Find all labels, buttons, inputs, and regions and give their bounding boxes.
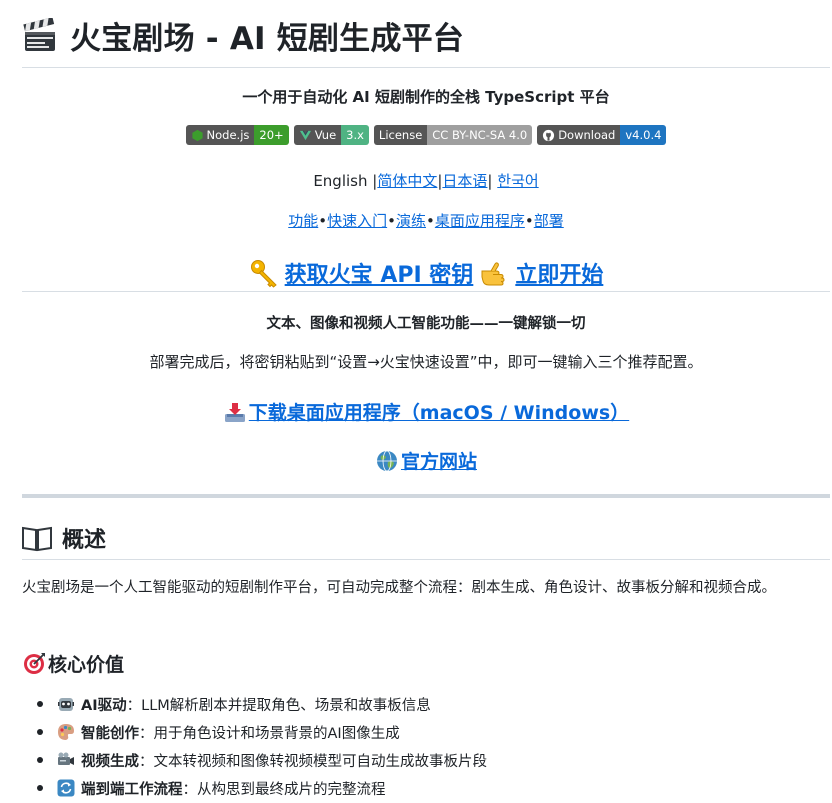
nav-link-quickstart[interactable]: 快速入门 [327,212,387,230]
palette-icon [58,724,74,740]
github-icon [543,129,555,141]
nav-dot: • [318,212,328,230]
readme-page: 火宝剧场 - AI 短剧生成平台 一个用于自动化 AI 短剧制作的全栈 Type… [22,0,830,798]
nav-link-desktop[interactable]: 桌面应用程序 [435,212,525,230]
badge-value: 3.x [341,125,369,145]
overview-heading: 概述 [62,527,107,553]
download-row: 下载桌面应用程序（macOS / Windows） [22,398,830,425]
value-separator: ： [139,725,154,742]
badge-label: Node.js [206,128,250,142]
website-row: 官方网站 [22,447,830,474]
bullet-dot [37,701,43,707]
list-item: 视频生成：文本转视频和图像转视频模型可自动生成故事板片段 [37,746,830,774]
nav-dot: • [524,212,534,230]
download-desktop-link[interactable]: 下载桌面应用程序（macOS / Windows） [249,398,629,425]
list-item: AI驱动： LLM解析剧本并提取角色、场景和故事板信息 [37,690,830,718]
badge-label: License [378,128,423,142]
pointing-hand-icon [481,261,505,285]
open-book-icon [22,526,52,551]
section-nav: 功能•快速入门•演练•桌面应用程序•部署 [22,210,830,231]
nodejs-icon [191,129,203,141]
vue-badge[interactable]: Vue 3.x [293,125,369,145]
badge-label: Download [558,128,616,142]
badge-value: CC BY-NC-SA 4.0 [427,125,533,145]
nav-link-demo[interactable]: 演练 [396,212,426,230]
value-separator: ： [139,753,154,770]
nodejs-badge[interactable]: Node.js 20+ [185,125,289,145]
core-values-heading-row: 核心价值 [22,650,124,677]
deploy-note: 部署完成后，将密钥粘贴到“设置→火宝快速设置”中，即可一键输入三个推荐配置。 [149,353,703,371]
value-desc: 文本转视频和图像转视频模型可自动生成故事板片段 [153,753,488,770]
language-link-ja[interactable]: 日本语 [442,172,487,190]
language-switcher: English |简体中文|日本语| 한국어 [22,170,830,191]
badge-value: v4.0.4 [620,125,667,145]
core-values-heading: 核心价值 [48,654,125,676]
features-heading: 文本、图像和视频人工智能功能——一键解锁一切 [266,316,586,332]
key-icon [250,259,277,288]
official-website-link[interactable]: 官方网站 [401,447,477,474]
badge-value: 20+ [254,125,289,145]
badge-row: Node.js 20+ Vue 3.x License CC BY-NC-SA … [22,125,830,145]
value-desc: 用于角色设计和场景背景的AI图像生成 [153,725,400,742]
overview-text: 火宝剧场是一个人工智能驱动的短剧制作平台，可自动完成整个流程：剧本生成、角色设计… [22,580,776,596]
nav-dot: • [387,212,396,230]
page-title: 火宝剧场 - AI 短剧生成平台 [70,21,464,57]
language-current: English [313,172,368,190]
bullet-dot [37,785,43,791]
robot-icon [58,698,74,711]
clapper-board-icon [23,17,55,51]
page-subtitle: 一个用于自动化 AI 短剧制作的全栈 TypeScript 平台 [242,88,610,106]
nav-dot: • [426,212,435,230]
badge-label: Vue [314,128,337,142]
overview-heading-row: 概述 [22,520,830,560]
language-separator: | [487,172,493,190]
target-icon [24,652,45,674]
license-badge[interactable]: License CC BY-NC-SA 4.0 [373,125,533,145]
core-values-list: AI驱动： LLM解析剧本并提取角色、场景和故事板信息 智能创作：用于角色设计和场… [22,690,830,802]
cycle-icon [57,779,75,797]
language-link-zh[interactable]: 简体中文 [377,172,437,190]
download-badge[interactable]: Download v4.0.4 [537,125,667,145]
language-link-ko[interactable]: 한국어 [497,172,538,190]
list-item: 智能创作：用于角色设计和场景背景的AI图像生成 [37,718,830,746]
value-term: AI驱动 [81,697,127,714]
vue-icon [299,130,311,140]
inbox-tray-icon [224,402,245,422]
nav-link-features[interactable]: 功能 [288,212,318,230]
section-divider [22,494,830,498]
get-api-key-link[interactable]: 获取火宝 API 密钥 [285,257,474,289]
value-desc: 从构思到最终成片的完整流程 [197,781,386,798]
value-term: 端到端工作流程 [81,781,183,798]
bullet-dot [37,757,43,763]
bullet-dot [37,729,43,735]
value-separator: ： [182,781,198,798]
value-separator: ： [126,697,142,714]
page-title-row: 火宝剧场 - AI 短剧生成平台 [22,0,830,68]
film-projector-icon [58,752,74,765]
cta-row: 获取火宝 API 密钥 立即开始 [22,254,830,292]
value-desc: LLM解析剧本并提取角色、场景和故事板信息 [141,697,431,714]
value-term: 智能创作 [81,725,139,742]
value-term: 视频生成 [81,753,139,770]
start-now-link[interactable]: 立即开始 [515,257,603,289]
globe-icon [376,450,397,471]
list-item: 端到端工作流程：从构思到最终成片的完整流程 [37,774,830,802]
nav-link-deploy[interactable]: 部署 [534,212,564,230]
